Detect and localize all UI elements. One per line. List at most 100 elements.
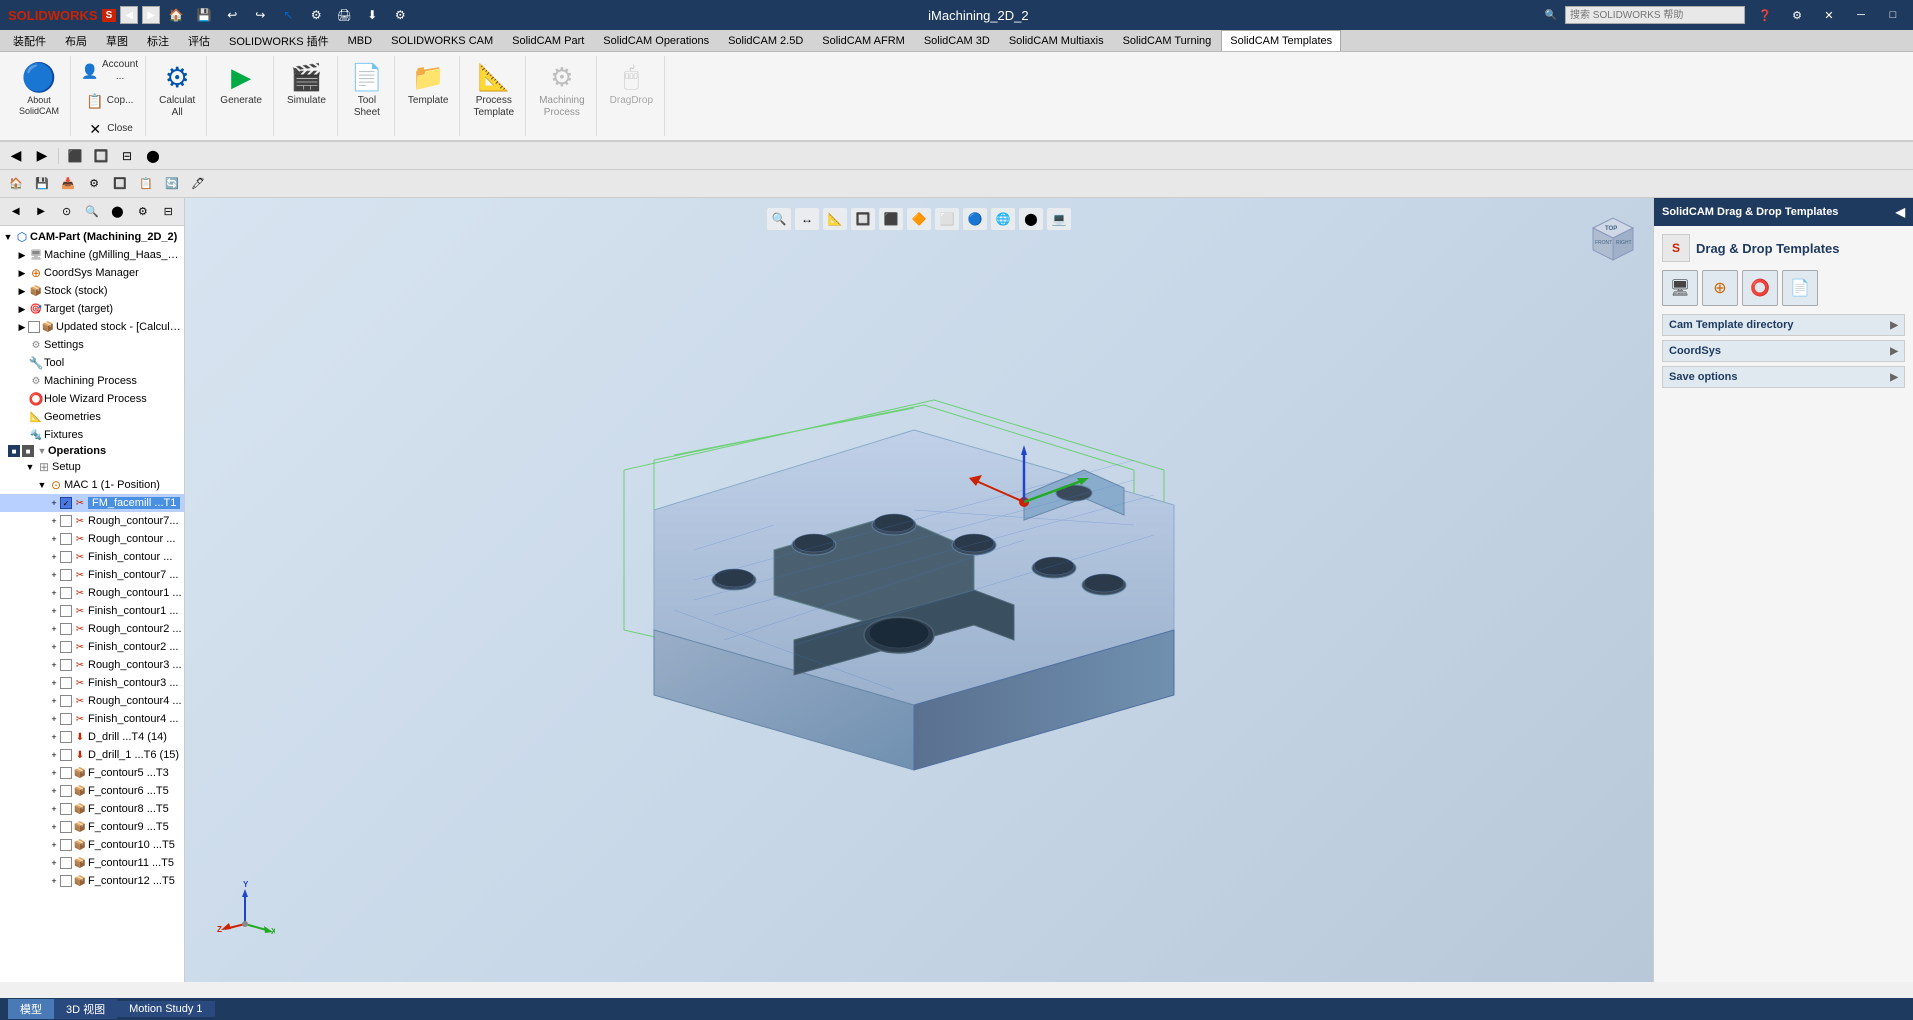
finish4-toggle[interactable]: + <box>48 713 60 725</box>
rough2-checkbox[interactable] <box>60 623 72 635</box>
generate-button[interactable]: ▶ Generate <box>213 56 269 112</box>
tab-mbd[interactable]: MBD <box>339 30 381 52</box>
left-tools-btn4[interactable]: ⬤ <box>141 145 165 167</box>
tb2-btn4[interactable]: ⚙ <box>82 173 106 195</box>
finish7-checkbox[interactable] <box>60 569 72 581</box>
fcontour9-checkbox[interactable] <box>60 821 72 833</box>
qa-save[interactable]: 💾 <box>192 4 216 26</box>
finish-a-checkbox[interactable] <box>60 551 72 563</box>
lp-more1[interactable]: ⬤ <box>106 201 129 223</box>
fcontour10-toggle[interactable]: + <box>48 839 60 851</box>
machine-toggle[interactable]: ▶ <box>16 249 28 261</box>
tab-solidcam-ops[interactable]: SolidCAM Operations <box>594 30 718 52</box>
qa-home[interactable]: 🏠 <box>164 4 188 26</box>
tree-item-ddrill1-t6[interactable]: + ⬇ D_drill_1 ...T6 (15) <box>0 746 184 764</box>
updated-stock-toggle[interactable]: ▶ <box>16 321 28 333</box>
vt-arrows[interactable]: ↔ <box>795 208 819 230</box>
fcontour10-checkbox[interactable] <box>60 839 72 851</box>
fcontour6-checkbox[interactable] <box>60 785 72 797</box>
tree-item-geometries[interactable]: 📐 Geometries <box>0 408 184 426</box>
help-icon[interactable]: ❓ <box>1753 4 1777 26</box>
tree-item-fcontour8[interactable]: + 📦 F_contour8 ...T5 <box>0 800 184 818</box>
finish3-checkbox[interactable] <box>60 677 72 689</box>
vt-3d[interactable]: 🔶 <box>907 208 931 230</box>
status-tab-model[interactable]: 模型 <box>8 999 54 1019</box>
left-tools-btn1[interactable]: ⬛ <box>63 145 87 167</box>
status-tab-motion[interactable]: Motion Study 1 <box>117 1001 214 1017</box>
fcontour12-toggle[interactable]: + <box>48 875 60 887</box>
tree-item-finish4[interactable]: + ✂ Finish_contour4 ... <box>0 710 184 728</box>
tree-item-settings[interactable]: ⚙ Settings <box>0 336 184 354</box>
tree-item-finish1[interactable]: + ✂ Finish_contour1 ... <box>0 602 184 620</box>
lp-filter[interactable]: 🔍 <box>80 201 103 223</box>
finish7-toggle[interactable]: + <box>48 569 60 581</box>
coordsys-arrow[interactable]: ▶ <box>1890 346 1898 357</box>
tree-item-hole-wizard[interactable]: ⭕ Hole Wizard Process <box>0 390 184 408</box>
fcontour6-toggle[interactable]: + <box>48 785 60 797</box>
tree-item-rough3[interactable]: + ✂ Rough_contour3 ... <box>0 656 184 674</box>
tree-item-fcontour10[interactable]: + 📦 F_contour10 ...T5 <box>0 836 184 854</box>
vt-search[interactable]: 🔍 <box>767 208 791 230</box>
tree-item-target[interactable]: ▶ 🎯 Target (target) <box>0 300 184 318</box>
tree-item-finish2[interactable]: + ✂ Finish_contour2 ... <box>0 638 184 656</box>
rough1-toggle[interactable]: + <box>48 587 60 599</box>
tab-solidcam-templates[interactable]: SolidCAM Templates <box>1221 30 1341 52</box>
rough-a-checkbox[interactable] <box>60 533 72 545</box>
qa-print[interactable]: 🖨 <box>332 4 356 26</box>
fcontour8-toggle[interactable]: + <box>48 803 60 815</box>
panel-collapse-arrow[interactable]: ◀ <box>1896 205 1905 219</box>
qa-extra[interactable]: ⬇ <box>360 4 384 26</box>
tab-solidcam-turning[interactable]: SolidCAM Turning <box>1114 30 1221 52</box>
tree-item-rough7[interactable]: + ✂ Rough_contour7... <box>0 512 184 530</box>
finish1-toggle[interactable]: + <box>48 605 60 617</box>
lp-expand[interactable]: ▶ <box>29 201 52 223</box>
tab-solidcam-multiaxis[interactable]: SolidCAM Multiaxis <box>1000 30 1113 52</box>
tab-solidcam-afrm[interactable]: SolidCAM AFRM <box>813 30 914 52</box>
minimize-icon[interactable]: ─ <box>1849 4 1873 26</box>
calculate-button[interactable]: ⚙ CalculatAll <box>152 56 202 124</box>
coordsys-toggle[interactable]: ▶ <box>16 267 28 279</box>
vt-box[interactable]: 🔲 <box>851 208 875 230</box>
simulate-button[interactable]: 🎬 Simulate <box>280 56 333 112</box>
vt-monitor[interactable]: 💻 <box>1047 208 1071 230</box>
rough3-checkbox[interactable] <box>60 659 72 671</box>
vt-angle[interactable]: 📐 <box>823 208 847 230</box>
tab-solidcam-2-5d[interactable]: SolidCAM 2.5D <box>719 30 812 52</box>
coordsys-header[interactable]: CoordSys ▶ <box>1662 340 1905 362</box>
tree-item-fixtures[interactable]: 🔩 Fixtures <box>0 426 184 444</box>
save-options-arrow[interactable]: ▶ <box>1890 372 1898 383</box>
qa-options[interactable]: ⚙ <box>388 4 412 26</box>
ddrill1-t6-toggle[interactable]: + <box>48 749 60 761</box>
process-template-button[interactable]: 📐 ProcessTemplate <box>466 56 521 124</box>
left-tools-btn3[interactable]: ⊟ <box>115 145 139 167</box>
tree-item-machining-process[interactable]: ⚙ Machining Process <box>0 372 184 390</box>
view-area[interactable]: 🔍 ↔ 📐 🔲 ⬛ 🔶 ⬜ 🔵 🌐 ⬤ 💻 <box>185 198 1653 982</box>
fcontour8-checkbox[interactable] <box>60 803 72 815</box>
vt-black[interactable]: ⬛ <box>879 208 903 230</box>
rough2-toggle[interactable]: + <box>48 623 60 635</box>
tree-item-stock[interactable]: ▶ 📦 Stock (stock) <box>0 282 184 300</box>
tab-peizhi[interactable]: 装配件 <box>4 30 55 52</box>
vt-dot[interactable]: ⬤ <box>1019 208 1043 230</box>
tree-item-finish7[interactable]: + ✂ Finish_contour7 ... <box>0 566 184 584</box>
fm-toggle[interactable]: + <box>48 497 60 509</box>
mac1-toggle[interactable]: ▼ <box>36 479 48 491</box>
machining-process-button[interactable]: ⚙ MachiningProcess <box>532 56 592 124</box>
tab-solidcam-3d[interactable]: SolidCAM 3D <box>915 30 999 52</box>
tree-item-ddrill-t4[interactable]: + ⬇ D_drill ...T4 (14) <box>0 728 184 746</box>
finish-a-toggle[interactable]: + <box>48 551 60 563</box>
fcontour11-checkbox[interactable] <box>60 857 72 869</box>
tree-item-setup[interactable]: ▼ ⊞ Setup <box>0 458 184 476</box>
tree-item-fcontour12[interactable]: + 📦 F_contour12 ...T5 <box>0 872 184 890</box>
nav-forward[interactable]: ▶ <box>142 6 160 24</box>
tab-bujian[interactable]: 布局 <box>56 30 96 52</box>
vt-globe[interactable]: 🌐 <box>991 208 1015 230</box>
fcontour5-checkbox[interactable] <box>60 767 72 779</box>
updated-stock-checkbox[interactable] <box>28 321 40 333</box>
account-button[interactable]: 👤 Account... <box>77 56 141 86</box>
setup-toggle[interactable]: ▼ <box>24 461 36 473</box>
tree-item-finish-a[interactable]: + ✂ Finish_contour ... <box>0 548 184 566</box>
tree-item-fcontour11[interactable]: + 📦 F_contour11 ...T5 <box>0 854 184 872</box>
qa-undo[interactable]: ↩ <box>220 4 244 26</box>
qa-redo[interactable]: ↪ <box>248 4 272 26</box>
